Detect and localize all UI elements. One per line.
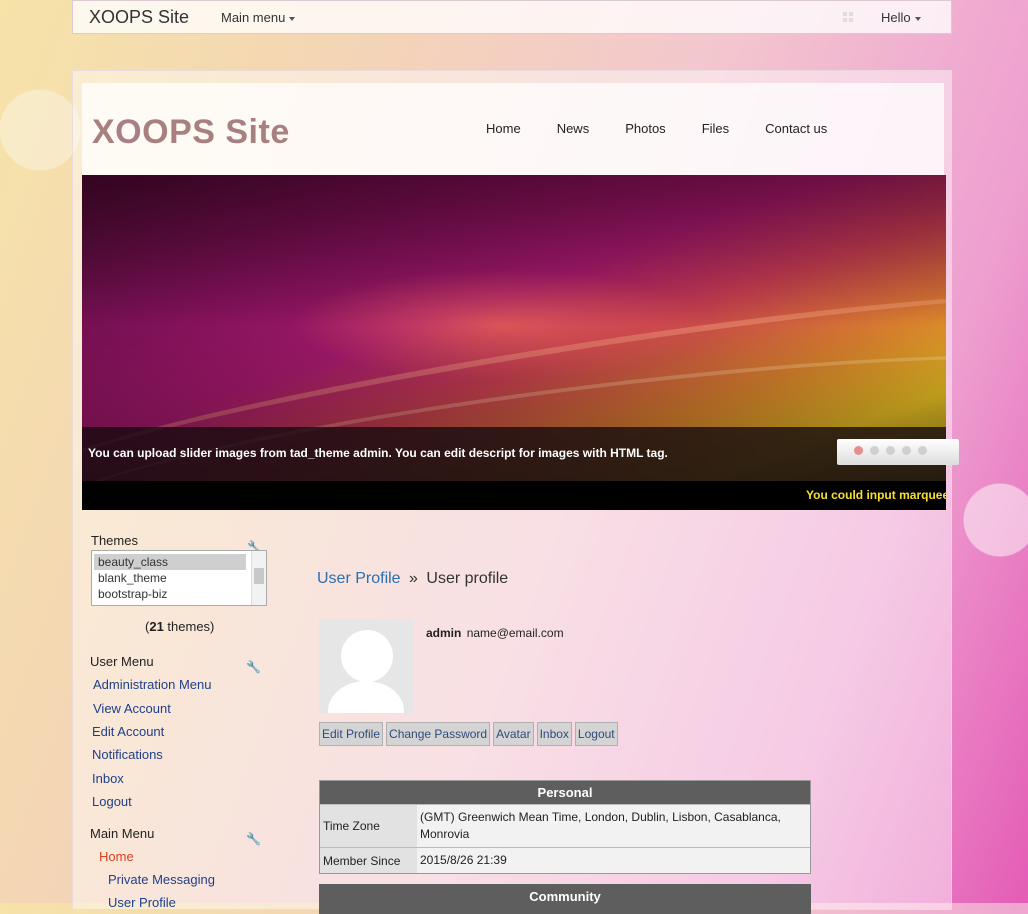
wrench-icon[interactable]: 🔧	[246, 832, 261, 846]
theme-option[interactable]: beauty_class	[94, 554, 246, 570]
avatar	[319, 619, 413, 713]
avatar-button[interactable]: Avatar	[493, 722, 534, 746]
table-row: Time Zone (GMT) Greenwich Mean Time, Lon…	[320, 804, 810, 847]
slider-pager	[837, 439, 959, 465]
marquee-bar: You could input marquee	[82, 481, 946, 510]
slider-caption-bar: You can upload slider images from tad_th…	[82, 427, 946, 481]
theme-option[interactable]: blank_theme	[92, 570, 266, 586]
scrollbar-thumb[interactable]	[254, 568, 264, 584]
theme-count: (21 themes)	[145, 619, 215, 634]
view-account-link[interactable]: View Account	[93, 701, 171, 716]
navbar-brand[interactable]: XOOPS Site	[89, 7, 189, 28]
chevron-down-icon	[914, 16, 921, 21]
user-menu-title: User Menu	[90, 654, 154, 669]
community-header: Community	[529, 889, 601, 904]
image-slider[interactable]: You can upload slider images from tad_th…	[82, 175, 946, 510]
profile-actions: Edit Profile Change Password Avatar Inbo…	[319, 722, 618, 746]
nav-home[interactable]: Home	[486, 121, 521, 136]
slide-dot[interactable]	[870, 446, 879, 455]
main-menu-title: Main Menu	[90, 826, 155, 841]
administration-menu-link[interactable]: Administration Menu	[93, 677, 212, 692]
slider-caption: You can upload slider images from tad_th…	[88, 446, 668, 460]
breadcrumb: User Profile » User profile	[317, 570, 508, 588]
user-identity: admin name@email.com	[426, 626, 564, 640]
slide-dot[interactable]	[902, 446, 911, 455]
theme-option[interactable]: bootstrap-biz	[92, 586, 266, 602]
breadcrumb-current: User profile	[426, 570, 509, 587]
notifications-link[interactable]: Notifications	[92, 747, 163, 762]
breadcrumb-separator: »	[409, 570, 418, 587]
slide-dot[interactable]	[886, 446, 895, 455]
site-header: XOOPS Site Home News Photos Files Contac…	[82, 83, 944, 175]
time-zone-label: Time Zone	[320, 805, 417, 847]
slide-dot[interactable]	[918, 446, 927, 455]
main-menu-dropdown[interactable]: Main menu	[221, 10, 296, 25]
personal-header: Personal	[320, 781, 810, 804]
user-dropdown[interactable]: Hello	[881, 10, 921, 25]
nav-contact[interactable]: Contact us	[765, 121, 827, 136]
time-zone-value: (GMT) Greenwich Mean Time, London, Dubli…	[417, 805, 810, 847]
table-row: Member Since 2015/8/26 21:39	[320, 847, 810, 873]
member-since-label: Member Since	[320, 848, 417, 873]
nav-files[interactable]: Files	[702, 121, 729, 136]
main-menu-home-link[interactable]: Home	[99, 849, 134, 864]
grid-icon[interactable]	[843, 12, 853, 22]
inbox-button[interactable]: Inbox	[536, 722, 572, 746]
themes-block-title: Themes	[91, 533, 138, 548]
member-since-value: 2015/8/26 21:39	[417, 848, 810, 873]
user-email: name@email.com	[466, 626, 564, 640]
community-info-table: Community	[319, 884, 811, 914]
nav-photos[interactable]: Photos	[625, 121, 665, 136]
theme-select-list[interactable]: beauty_class blank_theme bootstrap-biz .…	[91, 550, 267, 606]
site-title[interactable]: XOOPS Site	[92, 113, 290, 152]
edit-account-link[interactable]: Edit Account	[92, 724, 164, 739]
wrench-icon[interactable]: 🔧	[246, 660, 261, 674]
inbox-link[interactable]: Inbox	[92, 771, 124, 786]
private-messaging-link[interactable]: Private Messaging	[108, 872, 215, 887]
slide-dot[interactable]	[854, 446, 863, 455]
theme-option[interactable]: ...	[92, 602, 266, 605]
logout-button[interactable]: Logout	[574, 722, 618, 746]
personal-info-table: Personal Time Zone (GMT) Greenwich Mean …	[319, 780, 811, 874]
change-password-button[interactable]: Change Password	[386, 722, 491, 746]
marquee-text: You could input marquee	[806, 488, 946, 502]
user-dropdown-label: Hello	[881, 10, 911, 25]
edit-profile-button[interactable]: Edit Profile	[319, 722, 384, 746]
top-navbar: XOOPS Site Main menu Hello	[72, 0, 952, 34]
nav-news[interactable]: News	[557, 121, 590, 136]
chevron-down-icon	[289, 16, 296, 21]
username: admin	[426, 626, 462, 640]
logout-link[interactable]: Logout	[92, 794, 132, 809]
main-nav: Home News Photos Files Contact us	[486, 121, 863, 136]
breadcrumb-user-profile-link[interactable]: User Profile	[317, 570, 401, 587]
main-menu-label: Main menu	[221, 10, 286, 25]
